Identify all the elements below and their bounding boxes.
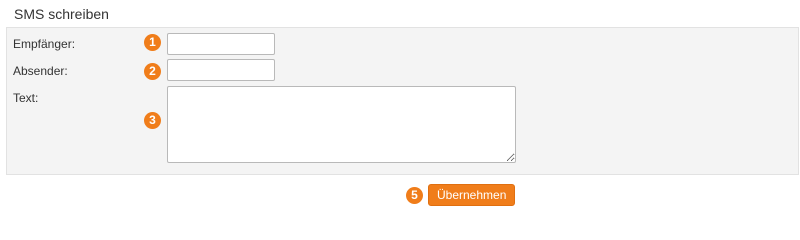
step-marker-1: 1 <box>144 34 161 51</box>
text-label: Text: <box>13 91 39 105</box>
step-marker-3: 3 <box>144 112 161 129</box>
step-marker-2: 2 <box>144 63 161 80</box>
step-marker-5: 5 <box>406 187 423 204</box>
submit-button[interactable]: Übernehmen <box>428 184 516 206</box>
sender-label: Absender: <box>13 64 68 78</box>
page-title: SMS schreiben <box>14 6 109 22</box>
recipient-input[interactable] <box>167 33 275 55</box>
recipient-label: Empfänger: <box>13 37 76 51</box>
page: SMS schreiben Empfänger: 1 Absender: 2 T… <box>0 0 800 231</box>
message-textarea[interactable] <box>167 86 516 163</box>
sender-input[interactable] <box>167 59 275 81</box>
